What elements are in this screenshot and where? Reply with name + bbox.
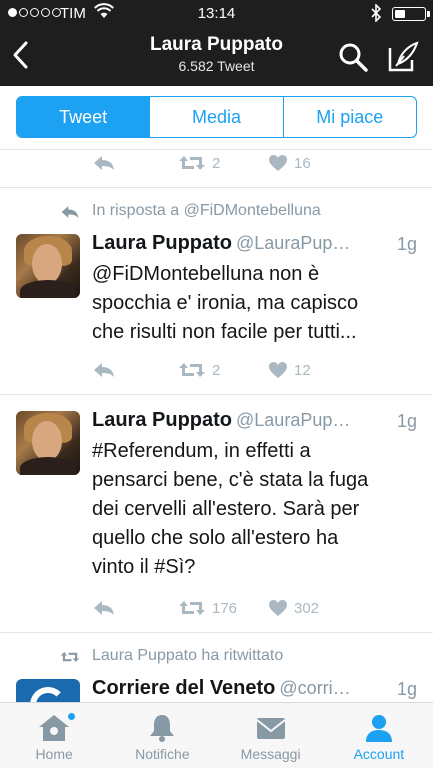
profile-screen: TIM 13:14 Laura Puppato 6.582 Tweet Twee… bbox=[0, 0, 433, 768]
retweet-count: 2 bbox=[212, 154, 221, 172]
reply-context: In risposta a @FiDMontebelluna bbox=[61, 202, 321, 220]
tab-media[interactable]: Media bbox=[150, 97, 284, 137]
author-name[interactable]: Corriere del Veneto bbox=[92, 677, 275, 699]
author-name[interactable]: Laura Puppato bbox=[92, 232, 232, 254]
reply-button[interactable] bbox=[92, 361, 178, 379]
tweet-actions: 176 302 bbox=[92, 598, 348, 618]
tab-notifications[interactable]: Notifiche bbox=[108, 703, 216, 768]
compose-tweet-button[interactable] bbox=[386, 40, 420, 74]
tweet-item[interactable]: Laura Puppato ha ritwittato Corriere del… bbox=[0, 633, 433, 702]
tweet-actions: 2 12 bbox=[92, 360, 348, 380]
author-name[interactable]: Laura Puppato bbox=[92, 409, 232, 431]
notification-dot bbox=[68, 713, 75, 720]
reply-button[interactable] bbox=[92, 154, 178, 172]
tweet-header: Corriere del Veneto @corri… 1g bbox=[92, 677, 417, 702]
home-icon bbox=[39, 715, 70, 741]
avatar[interactable] bbox=[16, 234, 80, 298]
like-count: 302 bbox=[294, 599, 320, 617]
tab-home[interactable]: Home bbox=[0, 703, 108, 768]
retweet-context: Laura Puppato ha ritwittato bbox=[60, 647, 283, 665]
reply-icon bbox=[94, 363, 114, 377]
tweet-header: Laura Puppato @LauraPup… 1g bbox=[92, 409, 417, 435]
tweet-time: 1g bbox=[390, 679, 417, 700]
retweet-icon bbox=[179, 601, 205, 615]
clock: 13:14 bbox=[197, 5, 236, 22]
bell-icon bbox=[150, 715, 175, 742]
reply-button[interactable] bbox=[92, 599, 178, 617]
tweet-item[interactable]: Laura Puppato @LauraPup… 1g #Referendum, … bbox=[0, 395, 433, 633]
reply-icon bbox=[61, 206, 79, 218]
tweet-time: 1g bbox=[390, 411, 417, 432]
heart-icon bbox=[269, 155, 287, 171]
status-bar: TIM 13:14 bbox=[0, 0, 433, 28]
search-button[interactable] bbox=[336, 40, 370, 74]
like-button[interactable]: 16 bbox=[268, 154, 348, 172]
reply-icon bbox=[94, 156, 114, 170]
retweet-button[interactable]: 2 bbox=[178, 154, 268, 172]
tweet-item[interactable]: In risposta a @FiDMontebelluna Laura Pup… bbox=[0, 188, 433, 395]
tweet-item[interactable]: 2 16 bbox=[0, 150, 433, 188]
retweet-icon bbox=[179, 363, 205, 377]
tweet-header: Laura Puppato @LauraPup… 1g bbox=[92, 232, 417, 258]
tab-tweet[interactable]: Tweet bbox=[17, 97, 151, 137]
avatar[interactable] bbox=[16, 411, 80, 475]
segmented-control: Tweet Media Mi piace bbox=[16, 96, 417, 138]
author-handle: @LauraPup… bbox=[236, 410, 351, 430]
retweet-button[interactable]: 176 bbox=[178, 599, 268, 617]
tweet-timeline[interactable]: 2 16 In risposta a @FiDMontebelluna Laur… bbox=[0, 150, 433, 702]
retweet-icon bbox=[179, 156, 205, 170]
tweet-text: #Referendum, in effetti a pensarci bene,… bbox=[92, 440, 369, 578]
bottom-tab-bar: Home Notifiche Messaggi Account bbox=[0, 702, 433, 768]
reply-icon bbox=[94, 601, 114, 615]
compose-icon bbox=[388, 41, 419, 72]
like-button[interactable]: 302 bbox=[268, 599, 348, 617]
like-count: 16 bbox=[294, 154, 311, 172]
person-icon bbox=[365, 715, 392, 742]
heart-icon bbox=[269, 362, 287, 378]
retweet-count: 176 bbox=[212, 599, 238, 617]
like-button[interactable]: 12 bbox=[268, 361, 348, 379]
retweet-count: 2 bbox=[212, 361, 221, 379]
author-handle: @corri… bbox=[279, 678, 351, 698]
header-bar: TIM 13:14 Laura Puppato 6.582 Tweet bbox=[0, 0, 433, 86]
profile-tabs-bar: Tweet Media Mi piace bbox=[0, 86, 433, 150]
tweet-actions: 2 16 bbox=[92, 153, 348, 173]
retweet-icon bbox=[60, 652, 80, 662]
tweet-time: 1g bbox=[390, 234, 417, 255]
author-handle: @LauraPup… bbox=[236, 233, 351, 253]
heart-icon bbox=[269, 600, 287, 616]
bluetooth-icon bbox=[371, 4, 382, 22]
tab-account[interactable]: Account bbox=[325, 703, 433, 768]
tab-likes[interactable]: Mi piace bbox=[284, 97, 416, 137]
retweet-button[interactable]: 2 bbox=[178, 361, 268, 379]
avatar[interactable] bbox=[16, 679, 80, 702]
search-icon bbox=[339, 43, 368, 72]
battery-icon bbox=[392, 7, 430, 21]
tweet-text: @FiDMontebelluna non è spocchia e' ironi… bbox=[92, 263, 359, 343]
tab-messages[interactable]: Messaggi bbox=[217, 703, 325, 768]
envelope-icon bbox=[256, 718, 286, 739]
like-count: 12 bbox=[294, 361, 311, 379]
